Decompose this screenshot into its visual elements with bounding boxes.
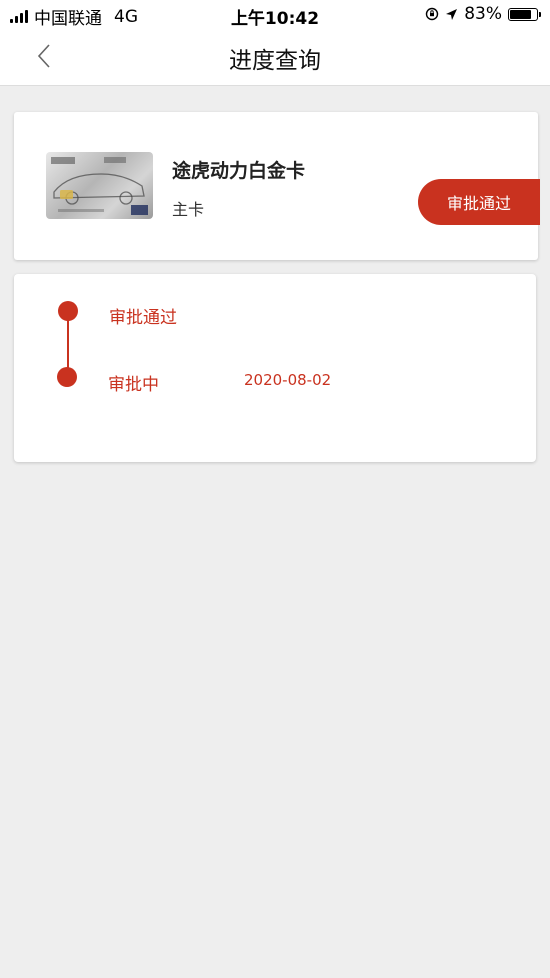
timeline-step-label: 审批通过 xyxy=(109,308,177,328)
status-right: 83% xyxy=(425,4,541,24)
card-panel: 途虎动力白金卡 主卡 审批通过 xyxy=(14,112,540,260)
page-title: 进度查询 xyxy=(229,48,321,74)
card-type: 主卡 xyxy=(172,200,205,219)
status-bar: 中国联通 4G 上午10:42 83% xyxy=(0,0,550,29)
battery-percent: 83% xyxy=(464,4,502,24)
timeline-step-label: 审批中 xyxy=(108,375,159,395)
status-badge: 审批通过 xyxy=(418,179,540,225)
timeline-dot xyxy=(58,301,78,321)
timeline-step-date: 2020-08-02 xyxy=(244,371,332,389)
battery-icon xyxy=(508,7,541,21)
nav-bar: 进度查询 xyxy=(0,28,550,86)
credit-card-image xyxy=(46,152,153,219)
timeline-dot xyxy=(57,367,77,387)
location-arrow-icon xyxy=(446,8,458,20)
timeline-panel: 审批通过 审批中 2020-08-02 xyxy=(14,274,536,462)
rotation-lock-icon xyxy=(426,7,439,21)
card-name: 途虎动力白金卡 xyxy=(172,160,306,182)
